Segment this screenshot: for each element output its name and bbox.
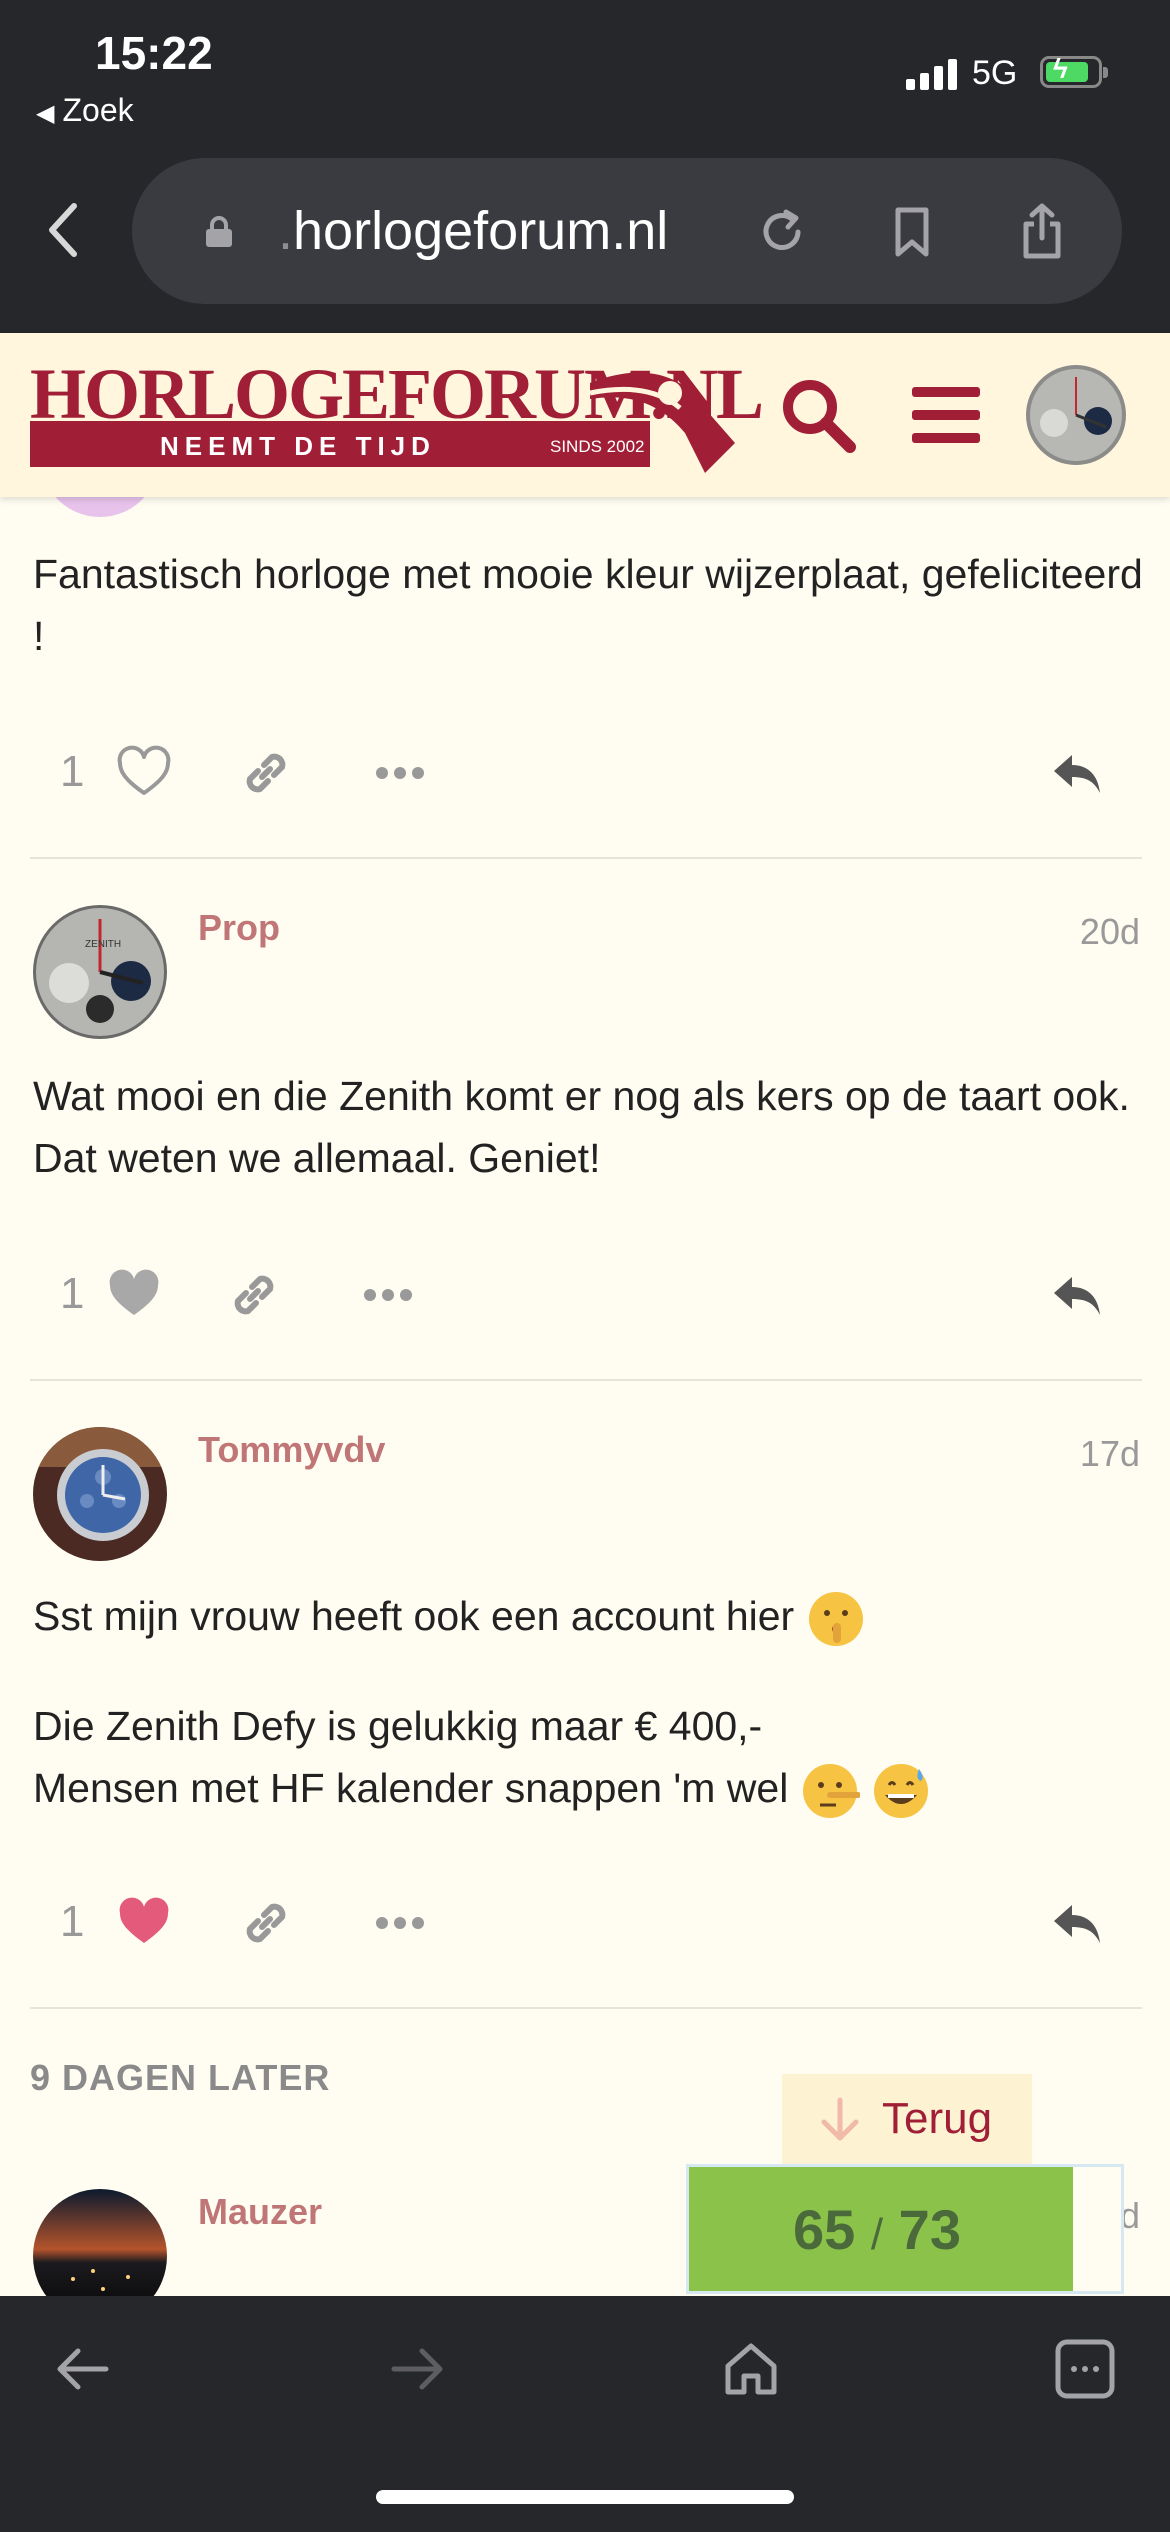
timeline-back-label: Terug (882, 2094, 993, 2143)
reply-icon[interactable] (1046, 1265, 1106, 1325)
lock-icon (206, 216, 232, 247)
post-line: Mensen met HF kalender snappen 'm wel (33, 1765, 789, 1811)
post-date[interactable]: 17d (1080, 1433, 1140, 1475)
forum-logo[interactable]: HORLOGEFORUM.NL NEEMT DE TIJD SINDS 2002 (30, 353, 764, 473)
grinning-sweat-emoji-icon (874, 1764, 929, 1819)
forum-header: HORLOGEFORUM.NL NEEMT DE TIJD SINDS 2002 (0, 333, 1170, 497)
post-actions: 1 (0, 1257, 1170, 1337)
post-username[interactable]: Tommyvdv (198, 1429, 385, 1471)
post-date[interactable]: 20d (1080, 911, 1140, 953)
post-line: Sst mijn vrouw heeft ook een account hie… (33, 1593, 795, 1639)
like-count[interactable]: 1 (60, 1269, 84, 1319)
back-app-label: Zoek (62, 92, 134, 128)
arrow-down-icon (821, 2097, 859, 2141)
reply-icon[interactable] (1046, 1893, 1106, 1953)
heart-filled-icon[interactable] (104, 1265, 164, 1325)
network-label: 5G (972, 54, 1018, 92)
post-username[interactable]: Prop (198, 907, 280, 949)
forward-arrow-icon[interactable] (384, 2336, 450, 2402)
reload-icon[interactable] (752, 202, 812, 262)
post-body: Wat mooi en die Zenith komt er nog als k… (33, 1073, 1130, 1181)
post-line-with-emoji: Mensen met HF kalender snappen 'm wel (33, 1757, 1143, 1821)
timeline-back-button[interactable]: Terug (782, 2074, 1032, 2164)
timeline-total: 73 (898, 2198, 961, 2261)
post-actions: 1 (0, 1885, 1170, 1965)
divider (30, 2007, 1142, 2009)
post-actions: 1 (0, 735, 1170, 815)
battery-icon: ϟ (1040, 53, 1108, 88)
post-body: Fantastisch horloge met mooie kleur wijz… (33, 551, 1143, 659)
share-icon[interactable] (1012, 202, 1072, 262)
logo-tagline: NEEMT DE TIJD (160, 431, 436, 461)
timeline-progress-text: 65 / 73 (689, 2197, 1065, 2262)
back-triangle-icon: ◀ (36, 100, 55, 127)
timeline-separator: / (870, 2210, 884, 2259)
user-avatar[interactable] (1026, 365, 1126, 465)
address-bar[interactable]: .horlogeforum.nl (132, 158, 1122, 304)
like-count[interactable]: 1 (60, 1897, 84, 1947)
shushing-face-emoji-icon (808, 1592, 863, 1647)
status-time: 15:22 (95, 27, 213, 79)
divider (30, 1379, 1142, 1381)
post-body: Die Zenith Defy is gelukkig maar € 400,-… (33, 1695, 1143, 1821)
like-count[interactable]: 1 (60, 747, 84, 797)
search-icon[interactable] (776, 373, 860, 457)
post-line: Die Zenith Defy is gelukkig maar € 400,- (33, 1703, 763, 1749)
back-to-app-link[interactable]: ◀ Zoek (36, 92, 134, 129)
svg-text:ZENITH: ZENITH (85, 939, 121, 950)
home-indicator (376, 2490, 794, 2504)
back-arrow-icon[interactable] (50, 2336, 116, 2402)
url-text: .horlogeforum.nl (278, 200, 668, 262)
url-dim: . (278, 201, 294, 261)
browser-back-icon[interactable] (44, 200, 84, 260)
avatar[interactable] (33, 1427, 167, 1561)
link-icon[interactable] (236, 743, 296, 803)
more-options-icon[interactable] (358, 1265, 418, 1325)
reply-icon[interactable] (1046, 743, 1106, 803)
heart-outline-icon[interactable] (114, 743, 174, 803)
time-gap-notice: 9 DAGEN LATER (30, 2057, 331, 2098)
link-icon[interactable] (236, 1893, 296, 1953)
tabs-icon[interactable] (1052, 2336, 1118, 2402)
timeline-current: 65 (793, 2198, 856, 2261)
browser-chrome: 15:22 ◀ Zoek 5G ϟ .horlogeforum.nl (0, 0, 1170, 333)
logo-arrow-icon (590, 372, 735, 473)
bookmark-icon[interactable] (882, 202, 942, 262)
more-options-icon[interactable] (370, 1893, 430, 1953)
home-icon[interactable] (718, 2336, 784, 2402)
link-icon[interactable] (224, 1265, 284, 1325)
post-body: Sst mijn vrouw heeft ook een account hie… (33, 1585, 1143, 1649)
hamburger-menu-icon[interactable] (904, 373, 988, 457)
divider (30, 857, 1142, 859)
post-username[interactable]: Mauzer (198, 2191, 322, 2233)
heart-liked-icon[interactable] (114, 1893, 174, 1953)
avatar[interactable]: ZENITH (33, 905, 167, 1039)
more-options-icon[interactable] (370, 743, 430, 803)
signal-icon (906, 58, 960, 90)
lying-face-emoji-icon (802, 1764, 860, 1819)
url-main: horlogeforum.nl (293, 201, 669, 261)
timeline-progress[interactable]: 65 / 73 (686, 2164, 1124, 2294)
